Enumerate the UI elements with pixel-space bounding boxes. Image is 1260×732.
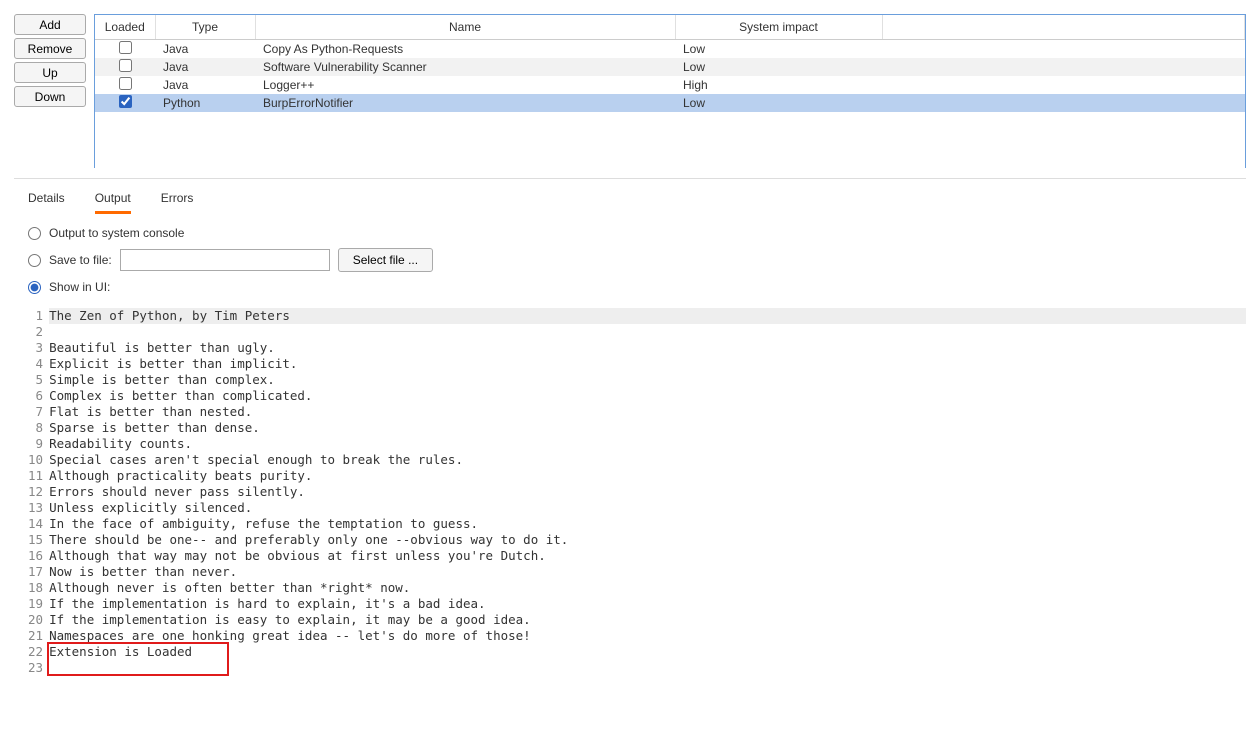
output-line: [49, 660, 1246, 676]
line-number-gutter: 1234567891011121314151617181920212223: [28, 308, 49, 732]
output-line: In the face of ambiguity, refuse the tem…: [49, 516, 1246, 532]
radio-show-in-ui[interactable]: [28, 281, 41, 294]
table-row[interactable]: JavaLogger++High: [95, 76, 1245, 94]
cell-name: Software Vulnerability Scanner: [255, 58, 675, 76]
output-line: Readability counts.: [49, 436, 1246, 452]
loaded-checkbox[interactable]: [119, 59, 132, 72]
col-header-name[interactable]: Name: [255, 15, 675, 39]
output-line: The Zen of Python, by Tim Peters: [49, 308, 1246, 324]
extension-action-buttons: Add Remove Up Down: [14, 14, 86, 168]
table-row[interactable]: PythonBurpErrorNotifierLow: [95, 94, 1245, 112]
line-number: 4: [28, 356, 43, 372]
line-number: 20: [28, 612, 43, 628]
output-line: There should be one-- and preferably onl…: [49, 532, 1246, 548]
loaded-checkbox[interactable]: [119, 77, 132, 90]
output-line: Although that way may not be obvious at …: [49, 548, 1246, 564]
output-line: Explicit is better than implicit.: [49, 356, 1246, 372]
output-line: If the implementation is easy to explain…: [49, 612, 1246, 628]
line-number: 12: [28, 484, 43, 500]
select-file-button[interactable]: Select file ...: [338, 248, 433, 272]
line-number: 23: [28, 660, 43, 676]
tab-errors[interactable]: Errors: [161, 191, 194, 214]
output-line: Although never is often better than *rig…: [49, 580, 1246, 596]
output-line: Beautiful is better than ugly.: [49, 340, 1246, 356]
cell-empty: [882, 58, 1245, 76]
line-number: 5: [28, 372, 43, 388]
output-text-panel: 1234567891011121314151617181920212223 Th…: [28, 308, 1246, 732]
cell-empty: [882, 39, 1245, 58]
tab-output[interactable]: Output: [95, 191, 131, 214]
line-number: 9: [28, 436, 43, 452]
cell-impact: Low: [675, 58, 882, 76]
line-number: 7: [28, 404, 43, 420]
line-number: 19: [28, 596, 43, 612]
output-line: Unless explicitly silenced.: [49, 500, 1246, 516]
line-number: 22: [28, 644, 43, 660]
col-header-empty: [882, 15, 1245, 39]
loaded-checkbox[interactable]: [119, 95, 132, 108]
output-line: Simple is better than complex.: [49, 372, 1246, 388]
table-row[interactable]: JavaCopy As Python-RequestsLow: [95, 39, 1245, 58]
line-number: 18: [28, 580, 43, 596]
cell-empty: [882, 76, 1245, 94]
radio-output-console[interactable]: [28, 227, 41, 240]
detail-tabs: Details Output Errors: [0, 179, 1260, 214]
output-line: If the implementation is hard to explain…: [49, 596, 1246, 612]
output-line: [49, 324, 1246, 340]
cell-impact: Low: [675, 94, 882, 112]
output-options: Output to system console Save to file: S…: [0, 214, 1260, 294]
label-save-to-file[interactable]: Save to file:: [49, 253, 112, 267]
cell-name: BurpErrorNotifier: [255, 94, 675, 112]
output-line: Although practicality beats purity.: [49, 468, 1246, 484]
remove-button[interactable]: Remove: [14, 38, 86, 59]
line-number: 15: [28, 532, 43, 548]
radio-save-to-file[interactable]: [28, 254, 41, 267]
line-number: 21: [28, 628, 43, 644]
col-header-loaded[interactable]: Loaded: [95, 15, 155, 39]
line-number: 6: [28, 388, 43, 404]
cell-type: Java: [155, 58, 255, 76]
cell-impact: High: [675, 76, 882, 94]
cell-type: Python: [155, 94, 255, 112]
line-number: 16: [28, 548, 43, 564]
col-header-impact[interactable]: System impact: [675, 15, 882, 39]
col-header-type[interactable]: Type: [155, 15, 255, 39]
output-text-lines[interactable]: The Zen of Python, by Tim Peters Beautifu…: [49, 308, 1246, 732]
line-number: 3: [28, 340, 43, 356]
save-file-path-input[interactable]: [120, 249, 330, 271]
line-number: 10: [28, 452, 43, 468]
loaded-checkbox[interactable]: [119, 41, 132, 54]
line-number: 13: [28, 500, 43, 516]
output-line: Flat is better than nested.: [49, 404, 1246, 420]
extensions-table: Loaded Type Name System impact JavaCopy …: [94, 14, 1246, 168]
tab-details[interactable]: Details: [28, 191, 65, 214]
output-line: Now is better than never.: [49, 564, 1246, 580]
output-line: Namespaces are one honking great idea --…: [49, 628, 1246, 644]
line-number: 8: [28, 420, 43, 436]
table-row[interactable]: JavaSoftware Vulnerability ScannerLow: [95, 58, 1245, 76]
down-button[interactable]: Down: [14, 86, 86, 107]
label-output-console[interactable]: Output to system console: [49, 226, 184, 240]
cell-type: Java: [155, 39, 255, 58]
output-line: Errors should never pass silently.: [49, 484, 1246, 500]
line-number: 2: [28, 324, 43, 340]
cell-name: Copy As Python-Requests: [255, 39, 675, 58]
cell-name: Logger++: [255, 76, 675, 94]
cell-type: Java: [155, 76, 255, 94]
output-line: Special cases aren't special enough to b…: [49, 452, 1246, 468]
cell-impact: Low: [675, 39, 882, 58]
output-line: Complex is better than complicated.: [49, 388, 1246, 404]
line-number: 1: [28, 308, 43, 324]
add-button[interactable]: Add: [14, 14, 86, 35]
line-number: 17: [28, 564, 43, 580]
output-line: Sparse is better than dense.: [49, 420, 1246, 436]
line-number: 11: [28, 468, 43, 484]
up-button[interactable]: Up: [14, 62, 86, 83]
cell-empty: [882, 94, 1245, 112]
output-line: Extension is Loaded: [49, 644, 1246, 660]
label-show-in-ui[interactable]: Show in UI:: [49, 280, 110, 294]
line-number: 14: [28, 516, 43, 532]
